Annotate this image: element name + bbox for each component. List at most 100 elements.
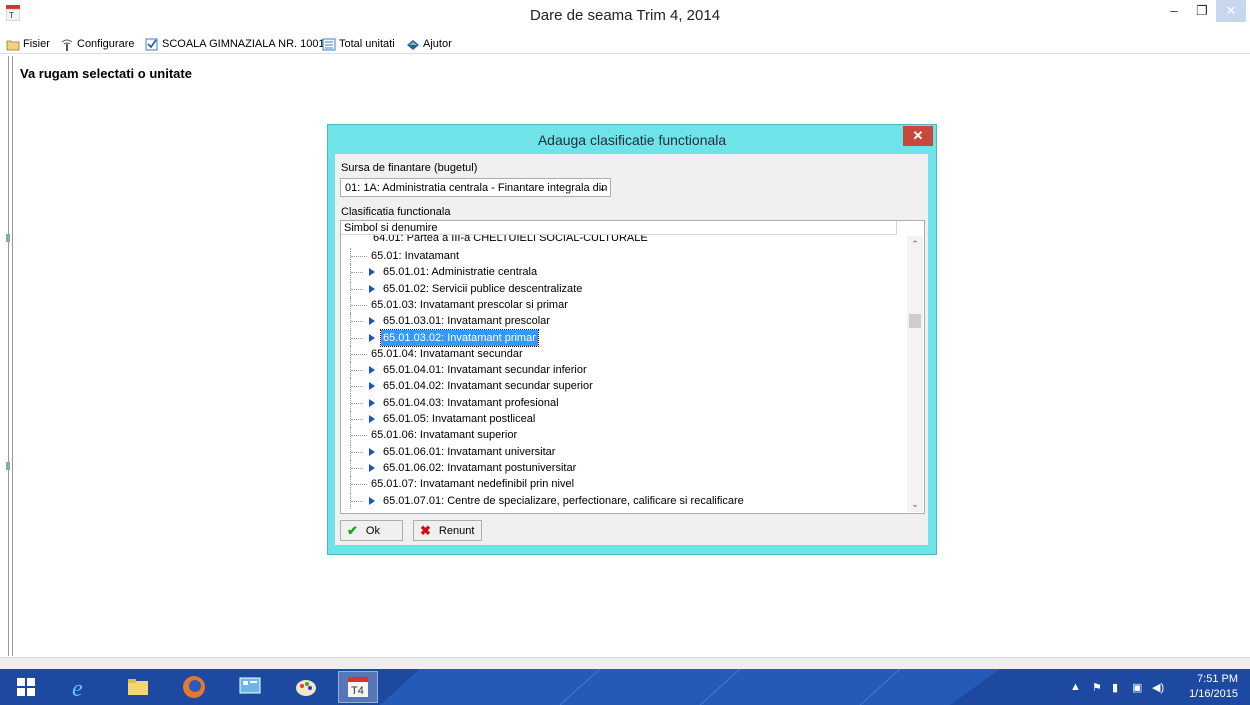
t4-app-icon[interactable]: T4 <box>338 671 378 703</box>
menu-scoala[interactable]: SCOALA GIMNAZIALA NR. 1001 <box>145 36 325 52</box>
paint-icon[interactable] <box>286 671 326 703</box>
window-title: Dare de seama Trim 4, 2014 <box>529 7 721 24</box>
t4-app-label: T4 <box>351 685 364 697</box>
chevron-down-icon: ⌄ <box>598 183 607 194</box>
tree-connector <box>351 304 367 306</box>
add-functional-classification-dialog: Adauga clasificatie functionala ✕ Sursa … <box>327 124 937 555</box>
left-panel-border <box>8 56 13 656</box>
action-center-flag-icon[interactable]: ⚑ <box>1092 681 1102 694</box>
menu-configurare[interactable]: Configurare <box>60 36 134 52</box>
minimize-button[interactable]: – <box>1160 0 1188 22</box>
tray-expand-icon[interactable]: ▲ <box>1070 681 1081 693</box>
scroll-thumb[interactable] <box>909 314 921 328</box>
tree-row-label: 65.01.07.01: Centre de specializare, per… <box>383 494 744 507</box>
tree-connector <box>351 353 367 355</box>
cross-icon: ✖ <box>420 522 431 538</box>
checkmark-icon <box>145 38 159 51</box>
menu-ajutor[interactable]: Ajutor <box>406 36 452 52</box>
tree-row[interactable]: 65.01.04.03: Invatamant profesional <box>341 394 906 411</box>
windows-start-icon[interactable] <box>6 671 46 703</box>
tree-row-label: 65.01.06.01: Invatamant universitar <box>383 445 556 458</box>
tree-row-label: 65.01.02: Servicii publice descentraliza… <box>383 282 583 295</box>
internet-explorer-icon[interactable]: e <box>62 671 102 703</box>
leaf-arrow-icon <box>369 496 375 505</box>
vertical-scrollbar[interactable]: ⌃ ⌄ <box>907 236 923 512</box>
tree-row[interactable]: 65.01.07: Invatamant nedefinibil prin ni… <box>341 476 906 493</box>
scroll-up-icon[interactable]: ⌃ <box>907 236 923 252</box>
tree-row-label: 65.01.06: Invatamant superior <box>371 429 518 442</box>
splitter-grip[interactable] <box>6 234 10 242</box>
volume-icon[interactable]: ◀) <box>1152 681 1164 694</box>
tree-connector <box>351 370 363 372</box>
maximize-button[interactable]: ❐ <box>1188 0 1216 22</box>
tree-row-label: 65.01.04.03: Invatamant profesional <box>383 396 559 409</box>
tree-row[interactable]: 65.01.02: Servicii publice descentraliza… <box>341 280 906 297</box>
tree-row[interactable]: 65.01.03.01: Invatamant prescolar <box>341 313 906 330</box>
tree-row[interactable]: 65.01.04.01: Invatamant secundar inferio… <box>341 362 906 379</box>
tree-row[interactable]: 65.01.04.02: Invatamant secundar superio… <box>341 378 906 395</box>
tree-connector <box>351 386 363 388</box>
leaf-arrow-icon <box>369 415 375 423</box>
dialog-client-area: Sursa de finantare (bugetul) 01: 1A: Adm… <box>335 154 928 545</box>
tree-connector <box>351 321 363 323</box>
tree-connector <box>351 419 363 420</box>
leaf-arrow-icon <box>369 284 375 293</box>
tree-row-label: 65.01.04.01: Invatamant secundar inferio… <box>383 364 587 377</box>
tree-row[interactable]: 65.01.06.01: Invatamant universitar <box>341 443 906 460</box>
clock-date[interactable]: 1/16/2015 <box>1189 688 1238 700</box>
tree-row-label: 65.01.06.02: Invatamant postuniversitar <box>383 461 577 474</box>
close-button[interactable]: ✕ <box>1216 0 1246 22</box>
network-icon[interactable]: ▣ <box>1132 681 1142 694</box>
cancel-button-label: Renunt <box>438 524 475 537</box>
file-explorer-icon[interactable] <box>118 671 158 703</box>
leaf-arrow-icon <box>369 447 375 456</box>
menu-configurare-label: Configurare <box>77 38 135 50</box>
power-icon[interactable]: ▮ <box>1112 681 1118 694</box>
leaf-arrow-icon <box>369 333 375 342</box>
tree-row[interactable]: 65.01: Invatamant <box>341 248 906 264</box>
funding-source-select[interactable]: 01: 1A: Administratia centrala - Finanta… <box>340 178 611 197</box>
tree-row[interactable]: 65.01.03: Invatamant prescolar si primar <box>341 296 906 313</box>
antenna-icon <box>60 38 74 51</box>
tree-connector <box>351 402 363 404</box>
ok-button-label: Ok <box>365 524 380 537</box>
tree-row[interactable]: 65.01.05: Invatamant postliceal <box>341 411 906 427</box>
scroll-down-icon[interactable]: ⌄ <box>907 496 923 512</box>
tree-row-label: 65.01.01: Administratie centrala <box>383 266 538 279</box>
ok-button[interactable]: ✔ Ok <box>340 520 403 541</box>
window-titlebar: T Dare de seama Trim 4, 2014 – ❐ ✕ <box>0 0 1250 32</box>
leaf-arrow-icon <box>369 366 375 375</box>
tree-row[interactable]: 65.01.06.02: Invatamant postuniversitar <box>341 459 906 476</box>
menu-fisier[interactable]: Fisier <box>6 36 50 52</box>
clock-time[interactable]: 7:51 PM <box>1197 673 1238 685</box>
cancel-button[interactable]: ✖ Renunt <box>413 520 482 541</box>
menubar: Fisier Configurare SCOALA GIMNAZIALA NR.… <box>0 33 1250 54</box>
tree-row[interactable]: 65.01.07.01: Centre de specializare, per… <box>341 492 906 509</box>
tree-row-label: 65.01.05: Invatamant postliceal <box>383 413 536 425</box>
classification-tree[interactable]: 64.01: Partea a III-a CHELTUIELI SOCIAL-… <box>340 220 925 514</box>
tree-row[interactable]: 65.01.03.02: Invatamant primar <box>341 328 906 347</box>
taskbar: e T4 ▲ ⚑ ▮ ▣ ◀) 7:51 PM 1/16/2015 <box>0 669 1250 705</box>
tree-connector <box>351 467 363 469</box>
funding-source-value: 01: 1A: Administratia centrala - Finanta… <box>345 182 611 194</box>
select-unit-prompt: Va rugam selectati o unitate <box>20 66 192 81</box>
control-panel-icon[interactable] <box>230 671 270 703</box>
menu-fisier-label: Fisier <box>23 38 50 50</box>
dialog-close-button[interactable]: ✕ <box>903 126 933 146</box>
firefox-icon[interactable] <box>174 671 214 703</box>
folder-icon <box>6 38 20 51</box>
menu-ajutor-label: Ajutor <box>423 38 452 50</box>
svg-text:e: e <box>72 676 83 700</box>
tree-row[interactable]: 65.01.04: Invatamant secundar <box>341 345 906 362</box>
column-header[interactable]: Simbol si denumire <box>341 221 897 235</box>
tree-connector <box>351 451 363 453</box>
tree-connector <box>351 435 367 437</box>
leaf-arrow-icon <box>369 398 375 407</box>
tree-row-label: 65.01.04.02: Invatamant secundar superio… <box>383 380 593 393</box>
tree-row[interactable]: 65.01.06: Invatamant superior <box>341 427 906 444</box>
splitter-grip[interactable] <box>6 462 10 470</box>
leaf-arrow-icon <box>369 463 375 472</box>
menu-total-unitati[interactable]: Total unitati <box>322 36 395 52</box>
help-book-icon <box>406 38 420 51</box>
tree-row[interactable]: 65.01.01: Administratie centrala <box>341 264 906 281</box>
